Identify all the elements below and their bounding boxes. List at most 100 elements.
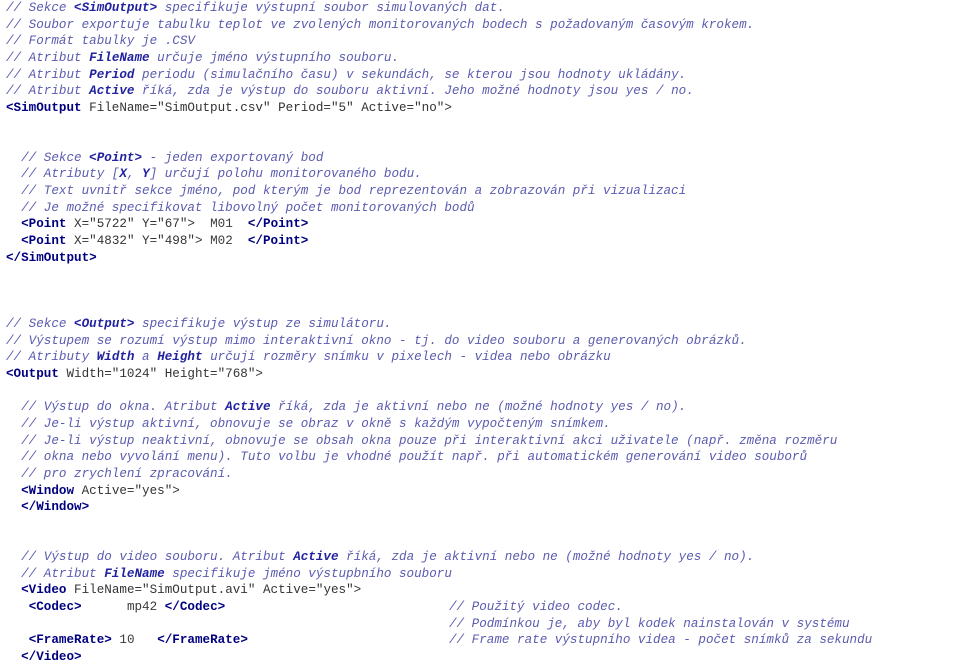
comment-text: // Formát tabulky je .CSV xyxy=(6,34,195,49)
comment-attribute-name: Period xyxy=(89,67,135,82)
code-line: <Output Width="1024" Height="768"> xyxy=(0,366,960,383)
comment-text: // Soubor exportuje tabulku teplot ve zv… xyxy=(6,17,755,32)
comment-attribute-name: Height xyxy=(157,350,203,365)
xml-tag-open: <Window xyxy=(21,483,75,498)
comment-text: // Atribut FileName specifikuje jméno vý… xyxy=(6,566,452,581)
comment-text: // Atribut FileName určuje jméno výstupn… xyxy=(6,50,400,65)
code-line: // Atribut FileName specifikuje jméno vý… xyxy=(0,566,960,583)
comment-attribute-name: FileName xyxy=(89,50,150,65)
code-line: // Atributy Width a Height určují rozměr… xyxy=(0,349,960,366)
code-line: // Sekce <Point> - jeden exportovaný bod xyxy=(0,150,960,167)
code-line: // Je-li výstup aktivní, obnovuje se obr… xyxy=(0,416,960,433)
xml-element-value: 10 xyxy=(111,633,158,648)
comment-text: // Výstupem se rozumí výstup mimo intera… xyxy=(6,333,747,348)
comment-text: // Je-li výstup aktivní, obnovuje se obr… xyxy=(6,417,611,432)
comment-tag-reference: <Output> xyxy=(74,317,135,332)
comment-attribute-name: Active xyxy=(225,400,271,415)
code-line: // Text uvnitř sekce jméno, pod kterým j… xyxy=(0,183,960,200)
comment-text: // Je možné specifikovat libovolný počet… xyxy=(6,200,475,215)
trailing-comment: // Frame rate výstupního videa - počet s… xyxy=(449,633,873,648)
code-line: <Window Active="yes"> xyxy=(0,483,960,500)
comment-text: // Výstup do okna. Atribut Active říká, … xyxy=(6,400,687,415)
xml-attributes: Width="1024" Height="768"> xyxy=(58,367,263,382)
comment-attribute-name: Width xyxy=(96,350,135,365)
code-line: // okna nebo vyvolání menu). Tuto volbu … xyxy=(0,449,960,466)
xml-tag-close: </FrameRate> xyxy=(157,633,248,648)
xml-tag-open: <SimOutput xyxy=(6,100,82,115)
xml-tag-open: <Point xyxy=(21,233,67,248)
code-line: // Atributy [X, Y] určují polohu monitor… xyxy=(0,166,960,183)
xml-attributes: FileName="SimOutput.csv" Period="5" Acti… xyxy=(81,100,452,115)
code-line: <Codec> mp42 </Codec> // Použitý video co… xyxy=(0,599,960,616)
code-line: // Výstupem se rozumí výstup mimo intera… xyxy=(0,333,960,350)
code-line: // Sekce <Output> specifikuje výstup ze … xyxy=(0,316,960,333)
comment-tag-reference: <Point> xyxy=(89,150,143,165)
comment-text: // Sekce <SimOutput> specifikuje výstupn… xyxy=(6,1,505,15)
xml-attributes: X="5722" Y="67"> xyxy=(66,217,203,232)
xml-attributes: X="4832" Y="498"> xyxy=(66,233,211,248)
code-line: // Výstup do okna. Atribut Active říká, … xyxy=(0,399,960,416)
trailing-comment: // Podmínkou je, aby byl kodek nainstalo… xyxy=(449,616,850,631)
code-line: // Atribut Active říká, zda je výstup do… xyxy=(0,83,960,100)
code-line: // Podmínkou je, aby byl kodek nainstalo… xyxy=(0,616,960,633)
comment-tag-reference: <SimOutput> xyxy=(74,1,158,15)
comment-attribute-name: Active xyxy=(293,550,339,565)
code-line: // Sekce <SimOutput> specifikuje výstupn… xyxy=(0,0,960,17)
code-line: </Window> xyxy=(0,499,960,516)
code-line: // pro zrychlení zpracování. xyxy=(0,466,960,483)
code-line: <FrameRate> 10 </FrameRate> // Frame rate… xyxy=(0,632,960,649)
code-line: <Point X="4832" Y="498"> M02 </Point> xyxy=(0,233,960,250)
code-line: // Atribut Period periodu (simulačního č… xyxy=(0,67,960,84)
comment-text: // Atributy [X, Y] určují polohu monitor… xyxy=(6,167,422,182)
xml-tag-open: <Output xyxy=(6,367,59,382)
comment-attribute-name: FileName xyxy=(104,566,165,581)
xml-tag-close: </SimOutput> xyxy=(6,250,97,265)
code-line: // Formát tabulky je .CSV xyxy=(0,33,960,50)
comment-text: // Výstup do video souboru. Atribut Acti… xyxy=(6,550,755,565)
xml-tag-open: <Point xyxy=(21,217,67,232)
xml-tag-close: </Point> xyxy=(247,233,309,248)
comment-attribute-name: X xyxy=(119,167,127,182)
comment-text: // Atribut Active říká, zda je výstup do… xyxy=(6,84,694,99)
xml-attributes: Active="yes"> xyxy=(74,483,180,498)
comment-text: // Atributy Width a Height určují rozměr… xyxy=(6,350,611,365)
trailing-comment: // Použitý video codec. xyxy=(449,600,623,615)
code-line: // Výstup do video souboru. Atribut Acti… xyxy=(0,549,960,566)
xml-tag-close: </Point> xyxy=(247,217,309,232)
comment-text: // Atribut Period periodu (simulačního č… xyxy=(6,67,687,82)
xml-tag-open: <FrameRate> xyxy=(28,633,112,648)
xml-tag-open: <Codec> xyxy=(28,600,82,615)
code-line: </SimOutput> xyxy=(0,250,960,267)
comment-attribute-name: Active xyxy=(89,84,135,99)
code-listing: // Sekce <SimOutput> specifikuje výstupn… xyxy=(0,0,960,664)
code-line: // Je-li výstup neaktivní, obnovuje se o… xyxy=(0,433,960,450)
code-line: // Je možné specifikovat libovolný počet… xyxy=(0,200,960,217)
xml-attributes: FileName="SimOutput.avi" Active="yes"> xyxy=(66,583,362,598)
comment-text: // Sekce <Output> specifikuje výstup ze … xyxy=(6,317,392,332)
code-line: <Video FileName="SimOutput.avi" Active="… xyxy=(0,582,960,599)
xml-tag-close: </Video> xyxy=(21,649,82,664)
code-line: </Video> xyxy=(0,649,960,666)
code-line: // Soubor exportuje tabulku teplot ve zv… xyxy=(0,17,960,34)
comment-text: // okna nebo vyvolání menu). Tuto volbu … xyxy=(6,450,808,465)
comment-attribute-name: Y xyxy=(142,167,150,182)
xml-element-value: M02 xyxy=(210,233,248,248)
xml-element-value: M01 xyxy=(202,217,248,232)
xml-tag-open: <Video xyxy=(21,583,67,598)
comment-text: // pro zrychlení zpracování. xyxy=(6,466,233,481)
comment-text: // Je-li výstup neaktivní, obnovuje se o… xyxy=(6,433,838,448)
